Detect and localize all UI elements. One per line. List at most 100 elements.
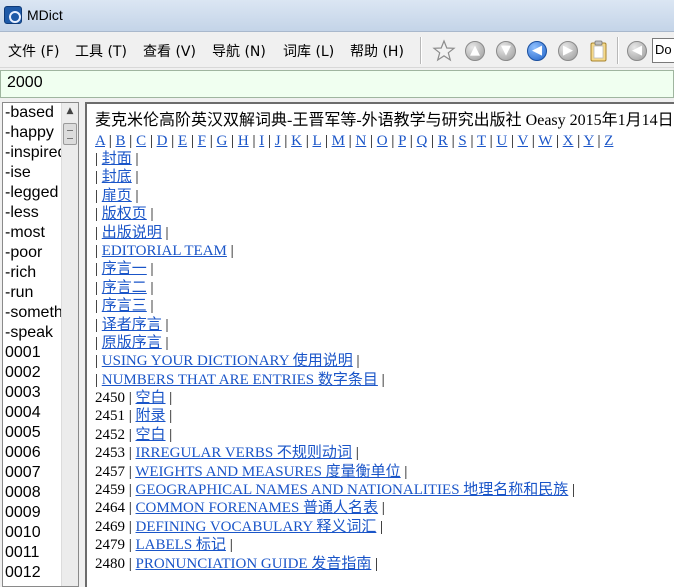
alphabet-link-y[interactable]: Y: [583, 133, 593, 149]
toc-row: 2480 | PRONUNCIATION GUIDE 发音指南 |: [95, 555, 674, 573]
toc-link[interactable]: NUMBERS THAT ARE ENTRIES 数字条目: [102, 372, 378, 388]
word-list-item[interactable]: -something: [3, 303, 61, 323]
toc-link[interactable]: 序言二: [102, 280, 147, 296]
toc-link[interactable]: 序言三: [102, 298, 147, 314]
word-list-item[interactable]: -legged: [3, 183, 61, 203]
word-list-item[interactable]: -run: [3, 283, 61, 303]
word-list-item[interactable]: -less: [3, 203, 61, 223]
word-list-item[interactable]: 0004: [3, 403, 61, 423]
alphabet-link-b[interactable]: B: [116, 133, 126, 149]
word-list-item[interactable]: -ise: [3, 163, 61, 183]
alphabet-link-x[interactable]: X: [563, 133, 574, 149]
clipboard-button[interactable]: [587, 39, 611, 63]
menu-library[interactable]: 词库 (L): [281, 41, 336, 61]
next-entry-button[interactable]: ▼: [494, 39, 518, 63]
word-list-item[interactable]: -speak: [3, 323, 61, 343]
alphabet-link-e[interactable]: E: [178, 133, 187, 149]
toc-link[interactable]: 译者序言: [102, 317, 162, 333]
previous-entry-button[interactable]: ▲: [463, 39, 487, 63]
word-list-item[interactable]: -most: [3, 223, 61, 243]
word-list-item[interactable]: 0007: [3, 463, 61, 483]
menu-view[interactable]: 查看 (V): [141, 41, 198, 61]
alphabet-link-t[interactable]: T: [477, 133, 486, 149]
search-input[interactable]: 2000: [0, 70, 674, 98]
toc-link[interactable]: GEOGRAPHICAL NAMES AND NATIONALITIES 地理名…: [136, 482, 569, 498]
alphabet-link-d[interactable]: D: [157, 133, 168, 149]
alphabet-link-o[interactable]: O: [377, 133, 388, 149]
alphabet-link-u[interactable]: U: [496, 133, 507, 149]
alphabet-link-c[interactable]: C: [136, 133, 146, 149]
toc-link[interactable]: 出版说明: [102, 225, 162, 241]
toc-link[interactable]: 附录: [136, 408, 166, 424]
word-list-item[interactable]: 0011: [3, 543, 61, 563]
menu-tools[interactable]: 工具 (T): [73, 41, 129, 61]
scroll-thumb[interactable]: [63, 123, 77, 145]
alphabet-link-z[interactable]: Z: [604, 133, 613, 149]
lookup-input[interactable]: Do: [652, 38, 674, 63]
entry-header: 麦克米伦高阶英汉双解词典-王晋军等-外语教学与研究出版社 Oeasy 2015年…: [95, 112, 674, 129]
alphabet-link-l[interactable]: L: [312, 133, 321, 149]
menu-help[interactable]: 帮助 (H): [348, 41, 406, 61]
word-list-item[interactable]: 0002: [3, 363, 61, 383]
separator: |: [95, 224, 102, 241]
toc-link[interactable]: 封面: [102, 151, 132, 167]
favorite-button[interactable]: [432, 39, 456, 63]
separator: |: [146, 279, 154, 296]
word-list-item[interactable]: 0009: [3, 503, 61, 523]
separator: |: [352, 353, 360, 370]
toc-link[interactable]: 序言一: [102, 261, 147, 277]
separator: |: [95, 187, 102, 204]
word-list-item[interactable]: -rich: [3, 263, 61, 283]
alphabet-link-s[interactable]: S: [458, 133, 466, 149]
alphabet-link-r[interactable]: R: [438, 133, 448, 149]
alphabet-link-q[interactable]: Q: [416, 133, 427, 149]
word-list-item[interactable]: 0008: [3, 483, 61, 503]
toc-link[interactable]: PRONUNCIATION GUIDE 发音指南: [136, 556, 372, 572]
separator: |: [95, 298, 102, 315]
word-list-item[interactable]: 0012: [3, 563, 61, 583]
word-list-item[interactable]: -poor: [3, 243, 61, 263]
alphabet-link-g[interactable]: G: [217, 133, 228, 149]
toc-link[interactable]: IRREGULAR VERBS 不规则动词: [136, 445, 352, 461]
alphabet-link-h[interactable]: H: [238, 133, 249, 149]
separator: |: [128, 390, 136, 407]
toc-link[interactable]: COMMON FORENAMES 普通人名表: [136, 500, 379, 516]
separator: |: [205, 133, 217, 149]
forward-button[interactable]: ▶: [556, 39, 580, 63]
toc-link[interactable]: 封底: [102, 169, 132, 185]
toc-link[interactable]: 空白: [136, 390, 166, 406]
word-list-item[interactable]: 0010: [3, 523, 61, 543]
toc-link[interactable]: 扉页: [102, 188, 132, 204]
word-list-item[interactable]: 0006: [3, 443, 61, 463]
toc-link[interactable]: EDITORIAL TEAM: [102, 243, 227, 259]
alphabet-link-v[interactable]: V: [517, 133, 528, 149]
toc-link[interactable]: WEIGHTS AND MEASURES 度量衡单位: [135, 464, 400, 480]
separator: |: [351, 445, 359, 462]
toc-link[interactable]: 原版序言: [102, 335, 162, 351]
word-list-item[interactable]: -based: [3, 103, 61, 123]
alphabet-link-m[interactable]: M: [332, 133, 345, 149]
toc-link[interactable]: DEFINING VOCABULARY 释义词汇: [136, 519, 377, 535]
word-list-item[interactable]: -happy: [3, 123, 61, 143]
toc-link[interactable]: USING YOUR DICTIONARY 使用说明: [102, 353, 353, 369]
alphabet-link-a[interactable]: A: [95, 133, 105, 149]
word-list-item[interactable]: 0005: [3, 423, 61, 443]
word-list-scrollbar[interactable]: ▲: [61, 103, 78, 586]
alphabet-link-n[interactable]: N: [355, 133, 366, 149]
back-button[interactable]: ◀: [525, 39, 549, 63]
menu-file[interactable]: 文件 (F): [6, 41, 61, 61]
toc-link[interactable]: 空白: [136, 427, 166, 443]
menu-navigate[interactable]: 导航 (N): [210, 41, 268, 61]
word-list-item[interactable]: -inspired: [3, 143, 61, 163]
toc-link[interactable]: LABELS 标记: [136, 537, 226, 553]
alphabet-link-p[interactable]: P: [398, 133, 406, 149]
word-list-item[interactable]: 0003: [3, 383, 61, 403]
word-list-item[interactable]: 0001: [3, 343, 61, 363]
word-list[interactable]: -based -happy -inspired -ise -legged -less -mo…: [2, 102, 79, 587]
scroll-up-icon[interactable]: ▲: [62, 103, 78, 120]
toc-link[interactable]: 版权页: [102, 206, 147, 222]
alphabet-link-f[interactable]: F: [198, 133, 206, 149]
alphabet-link-k[interactable]: K: [291, 133, 302, 149]
alphabet-link-w[interactable]: W: [538, 133, 552, 149]
speak-button[interactable]: ◀: [625, 39, 649, 63]
